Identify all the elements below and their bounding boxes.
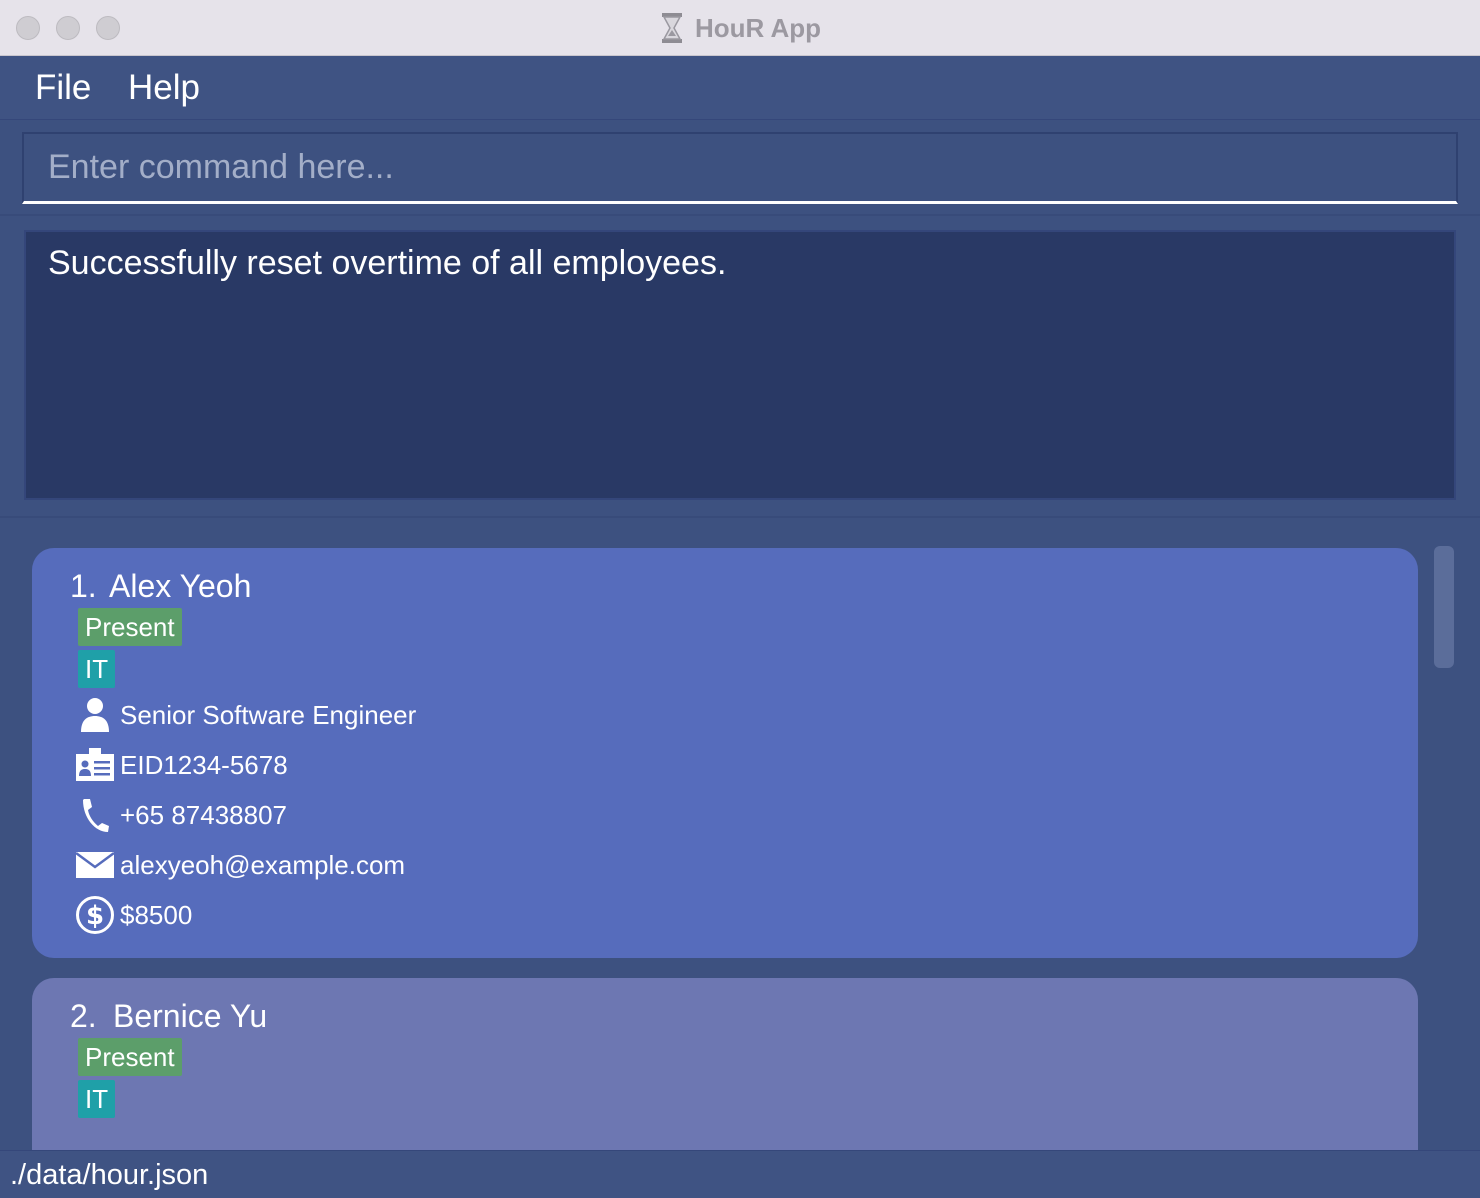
department-badge: IT (78, 1080, 116, 1118)
menu-help[interactable]: Help (128, 68, 200, 108)
id-card-icon (74, 744, 116, 786)
employee-index: 2. (70, 998, 97, 1034)
position-row: Senior Software Engineer (74, 693, 416, 737)
result-display-area: Successfully reset overtime of all emplo… (0, 216, 1480, 518)
department-badge: IT (78, 650, 116, 688)
status-badge: Present (78, 1038, 182, 1076)
employee-index: 1. (70, 568, 97, 604)
employee-card[interactable]: 1. Alex Yeoh Present IT Senior Software … (32, 548, 1418, 958)
phone-row: +65 87438807 (74, 793, 287, 837)
salary-row: $ $8500 (74, 893, 192, 937)
list-scrollbar[interactable] (1434, 546, 1454, 668)
employee-list[interactable]: 1. Alex Yeoh Present IT Senior Software … (0, 518, 1480, 1150)
phone-text: +65 87438807 (120, 799, 288, 830)
status-badge: Present (78, 608, 182, 646)
dollar-circle-icon: $ (74, 894, 116, 936)
employee-card[interactable]: 2. Bernice Yu Present IT (32, 978, 1418, 1150)
menu-file[interactable]: File (35, 68, 91, 108)
status-bar: ./data/hour.json (0, 1150, 1480, 1198)
svg-text:$: $ (86, 901, 104, 931)
menu-bar: File Help (0, 56, 1480, 120)
employee-id-text: EID1234-5678 (120, 749, 288, 780)
window-title-group: HouR App (0, 0, 1480, 56)
employee-id-row: EID1234-5678 (74, 743, 288, 787)
employee-name: Bernice Yu (113, 998, 268, 1034)
employee-name: Alex Yeoh (109, 568, 252, 604)
result-display: Successfully reset overtime of all emplo… (24, 230, 1456, 500)
envelope-icon (74, 844, 116, 886)
window-title: HouR App (694, 12, 822, 43)
command-box-area (0, 120, 1480, 216)
salary-text: $8500 (120, 899, 193, 930)
person-icon (74, 694, 116, 736)
phone-icon (74, 794, 116, 836)
position-text: Senior Software Engineer (120, 699, 417, 730)
window-titlebar: HouR App (0, 0, 1480, 56)
file-path: ./data/hour.json (10, 1159, 209, 1191)
result-message: Successfully reset overtime of all emplo… (48, 244, 727, 282)
email-row: alexyeoh@example.com (74, 843, 405, 887)
command-input[interactable] (22, 132, 1458, 204)
hourglass-icon (659, 12, 685, 44)
email-text: alexyeoh@example.com (120, 849, 406, 880)
